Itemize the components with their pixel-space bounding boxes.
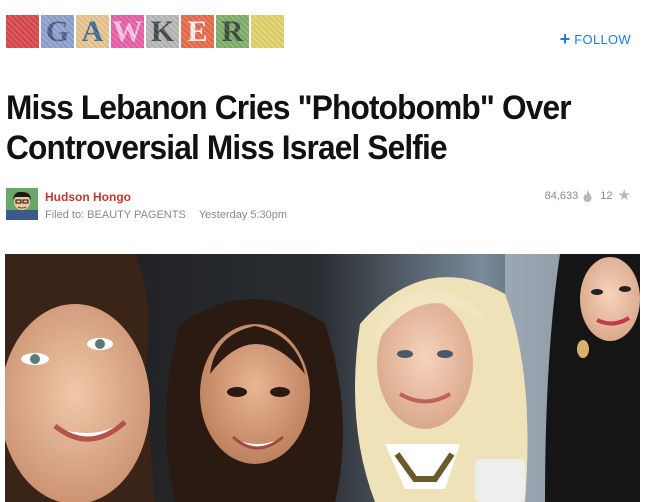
logo-tile <box>6 15 39 48</box>
view-count: 84,633 <box>544 190 579 202</box>
article-stats: 84,633 12 ★ <box>544 188 631 203</box>
logo-tile <box>251 15 284 48</box>
timestamp[interactable]: Yesterday 5:30pm <box>199 209 287 221</box>
article-hero-image[interactable] <box>5 254 640 502</box>
follow-label: FOLLOW <box>574 31 631 47</box>
logo-tile: R <box>216 15 249 48</box>
author-avatar[interactable] <box>6 188 38 220</box>
logo-tile: K <box>146 15 179 48</box>
logo-tile: G <box>41 15 74 48</box>
author-name[interactable]: Hudson Hongo <box>45 190 131 204</box>
star-icon[interactable]: ★ <box>618 188 631 203</box>
plus-icon: + <box>559 29 571 49</box>
logo-tile: E <box>181 15 214 48</box>
filed-to-link[interactable]: Filed to: BEAUTY PAGENTS <box>45 209 186 221</box>
gawker-logo[interactable]: G A W K E R <box>6 15 286 48</box>
flame-icon <box>583 190 592 202</box>
logo-tile: A <box>76 15 109 48</box>
follow-button[interactable]: + FOLLOW <box>559 29 631 49</box>
article-meta: Filed to: BEAUTY PAGENTS Yesterday 5:30pm <box>45 209 287 221</box>
star-count: 12 <box>600 190 613 202</box>
article-headline[interactable]: Miss Lebanon Cries "Photobomb" Over Cont… <box>6 88 629 168</box>
logo-tile: W <box>111 15 144 48</box>
